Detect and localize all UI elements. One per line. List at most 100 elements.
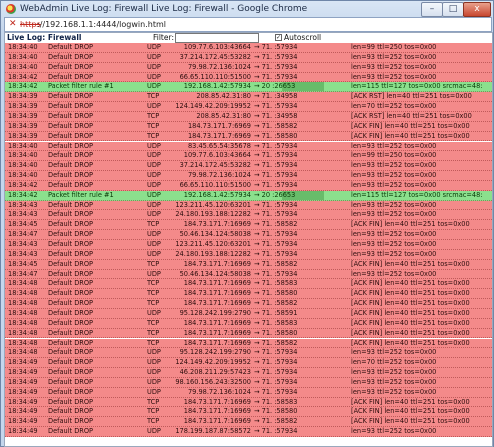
log-destination: → 71. :58582	[254, 259, 298, 268]
log-destination: → 71. :58580	[254, 131, 298, 140]
close-button[interactable]: x	[463, 2, 491, 17]
log-row-dropped: 18:34:43 Default DROP UDP 123.211.45.120:63…	[5, 240, 492, 250]
log-details: len=93 ttl=252 tos=0x00	[351, 427, 437, 436]
log-time: 18:34:48	[8, 338, 38, 347]
log-destination: → 71. :58591	[254, 308, 298, 317]
log-details: len=93 ttl=252 tos=0x00	[351, 210, 437, 219]
log-destination: → 71. :57934	[254, 210, 298, 219]
log-source: 37.214.172.45:53282	[179, 161, 251, 170]
log-action: Default DROP	[48, 417, 94, 426]
log-source: 123.211.45.120:63201	[175, 200, 251, 209]
window-title: WebAdmin Live Log: Firewall Live Log: Fi…	[20, 4, 308, 14]
log-action: Packet filter rule #1	[48, 82, 114, 91]
log-details: len=93 ttl=252 tos=0x00	[351, 240, 437, 248]
log-action: Default DROP	[48, 72, 94, 81]
log-details: len=93 ttl=252 tos=0x00	[351, 171, 437, 180]
log-details: len=93 ttl=252 tos=0x00	[351, 368, 437, 377]
log-details: [ACK FIN] len=40 ttl=251 tos=0x00	[351, 328, 470, 337]
log-action: Default DROP	[48, 397, 94, 406]
log-destination: → 71. :58580	[254, 328, 298, 337]
log-action: Default DROP	[48, 52, 94, 61]
log-row-dropped: 18:34:40 Default DROP UDP 79.98.72.136:1024…	[5, 62, 492, 73]
log-row-dropped: 18:34:40 Default DROP UDP 109.77.6.103:4366…	[5, 151, 492, 162]
log-destination: → 71. :57934	[254, 62, 298, 71]
log-destination: → 71. :34958	[254, 111, 298, 120]
log-action: Default DROP	[48, 210, 94, 219]
log-time: 18:34:49	[8, 397, 38, 406]
log-destination: → 71. :58583	[254, 397, 298, 406]
filter-label: Filter:	[153, 33, 174, 42]
url-text: ://192.168.1.1:4444/logwin.html	[37, 20, 166, 29]
log-action: Default DROP	[48, 249, 94, 258]
log-destination: → 71. :57934	[254, 180, 298, 189]
log-time: 18:34:49	[8, 427, 38, 436]
log-action: Default DROP	[48, 427, 94, 436]
log-destination: → 20 :26653	[254, 82, 346, 92]
log-time: 18:34:40	[8, 171, 38, 180]
minimize-button[interactable]: –	[421, 2, 443, 17]
log-source: 79.98.72.136:1024	[187, 62, 251, 71]
log-details: len=70 ttl=252 tos=0x00	[351, 358, 437, 367]
log-details: len=93 ttl=252 tos=0x00	[351, 269, 437, 278]
log-time: 18:34:49	[8, 358, 38, 367]
log-row-dropped: 18:34:40 Default DROP UDP 37.214.172.45:532…	[5, 161, 492, 172]
log-details: [ACK FIN] len=40 ttl=251 tos=0x00	[351, 299, 470, 308]
log-details: [ACK FIN] len=40 ttl=251 tos=0x00	[351, 289, 470, 298]
address-bar[interactable]: ✕ https ://192.168.1.1:4444/logwin.html	[4, 17, 492, 32]
log-action: Default DROP	[48, 358, 94, 367]
log-row-dropped: 18:34:48 Default DROP UDP 95.128.242.199:27…	[5, 348, 492, 359]
log-row-dropped: 18:34:48 Default DROP TCP 184.73.171.7:1696…	[5, 279, 492, 290]
log-row-dropped: 18:34:49 Default DROP UDP 79.98.72.136:1024…	[5, 387, 492, 398]
maximize-button[interactable]: □	[442, 2, 464, 17]
log-source: 46.208.211.29:57423	[179, 368, 251, 377]
log-row-dropped: 18:34:48 Default DROP UDP 95.128.242.199:27…	[5, 308, 492, 319]
log-details: len=70 ttl=252 tos=0x00	[351, 102, 437, 111]
log-details: len=93 ttl=252 tos=0x00	[351, 200, 437, 209]
log-source: 66.65.110.110:51500	[179, 72, 251, 81]
log-time: 18:34:42	[8, 190, 38, 199]
title-bar[interactable]: WebAdmin Live Log: Firewall Live Log: Fi…	[1, 1, 493, 17]
log-details: [ACK FIN] len=40 ttl=251 tos=0x00	[351, 121, 470, 130]
log-row-accepted: 18:34:42 Packet filter rule #1 UDP 192.168.…	[5, 190, 492, 201]
log-source: 184.73.171.7:16969	[183, 338, 251, 347]
log-action: Default DROP	[48, 279, 94, 288]
log-action: Default DROP	[48, 299, 94, 308]
log-destination: → 71. :58580	[254, 407, 298, 416]
log-time: 18:34:47	[8, 230, 38, 239]
log-row-dropped: 18:34:49 Default DROP UDP 98.160.156.243:32…	[5, 377, 492, 388]
log-destination: → 71. :57934	[254, 102, 298, 111]
log-source: 109.77.6.103:43664	[183, 43, 251, 51]
filter-input[interactable]	[175, 33, 259, 43]
log-action: Default DROP	[48, 141, 94, 150]
log-time: 18:34:48	[8, 308, 38, 317]
chrome-icon	[6, 4, 16, 14]
log-destination: → 71. :57934	[254, 348, 298, 357]
log-details: [ACK FIN] len=40 ttl=251 tos=0x00	[351, 220, 470, 229]
log-destination: → 71. :57934	[254, 377, 298, 386]
log-row-dropped: 18:34:39 Default DROP TCP 184.73.171.7:6969…	[5, 121, 492, 132]
log-action: Default DROP	[48, 377, 94, 386]
log-action: Default DROP	[48, 111, 94, 120]
log-destination: → 71. :57934	[254, 43, 298, 51]
log-source: 184.73.171.7:16969	[183, 299, 251, 308]
log-action: Default DROP	[48, 102, 94, 111]
log-time: 18:34:49	[8, 407, 38, 416]
log-destination: → 71. :58582	[254, 417, 298, 426]
log-action: Default DROP	[48, 131, 94, 140]
autoscroll-checkbox[interactable]: ✓	[275, 34, 282, 41]
log-source: 184.73.171.7:6969	[187, 131, 251, 140]
log-details: [ACK FIN] len=40 ttl=251 tos=0x00	[351, 417, 470, 426]
log-details: [ACK FIN] len=40 ttl=251 tos=0x00	[351, 318, 470, 327]
log-row-dropped: 18:34:49 Default DROP UDP 124.149.42.209:19…	[5, 358, 492, 369]
log-action: Default DROP	[48, 171, 94, 180]
log-time: 18:34:40	[8, 62, 38, 71]
log-row-dropped: 18:34:43 Default DROP UDP 24.180.193.188:12…	[5, 249, 492, 260]
log-list[interactable]: 18:34:40 Default DROP UDP 109.77.6.103:4366…	[5, 43, 492, 446]
log-destination: → 71. :58583	[254, 318, 298, 327]
log-time: 18:34:48	[8, 328, 38, 337]
log-time: 18:34:47	[8, 269, 38, 278]
autoscroll-label[interactable]: Autoscroll	[284, 33, 321, 43]
log-details: len=93 ttl=252 tos=0x00	[351, 377, 437, 386]
page-title: Live Log: Firewall	[7, 33, 82, 42]
log-time: 18:34:43	[8, 200, 38, 209]
